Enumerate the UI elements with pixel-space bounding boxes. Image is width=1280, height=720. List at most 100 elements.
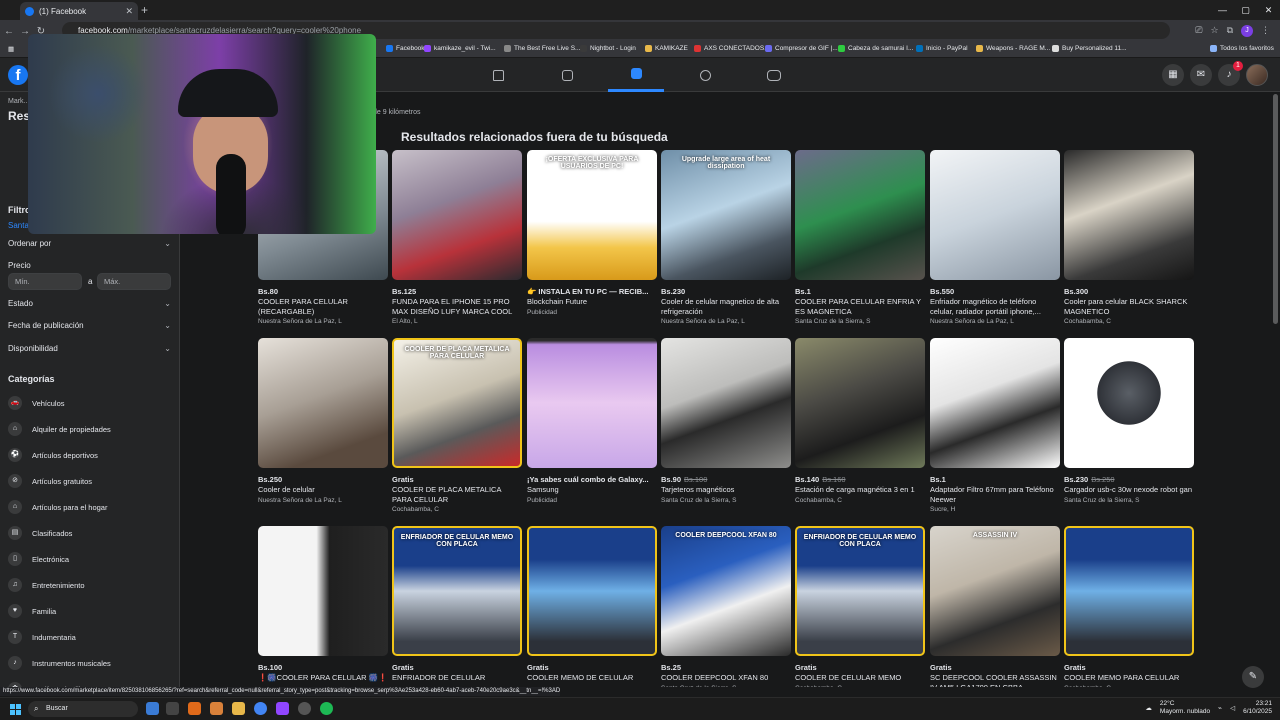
bookmark-item[interactable]: KAMIKAZE <box>645 45 688 52</box>
account-avatar[interactable] <box>1246 64 1268 86</box>
listing-image[interactable] <box>661 338 791 468</box>
bookmark-star-icon[interactable]: ☆ <box>1210 22 1218 39</box>
listing-card[interactable]: Bs.300 Cooler para celular BLACK SHARCK M… <box>1064 150 1194 326</box>
listing-image[interactable] <box>392 150 522 280</box>
listing-image[interactable] <box>258 338 388 468</box>
video-nav-icon[interactable] <box>539 58 595 92</box>
back-icon[interactable]: ← <box>2 26 16 37</box>
listing-image[interactable] <box>930 150 1060 280</box>
messenger-icon[interactable]: ✉ <box>1190 64 1212 86</box>
listing-card[interactable]: ENFRIADOR DE CELULAR MEMO CON PLACA Grati… <box>392 526 522 687</box>
bookmark-item[interactable]: Weapons - RAGE M... <box>976 45 1050 52</box>
bookmark-item[interactable]: kamikaze_evil - Twi... <box>424 45 496 52</box>
category-item[interactable]: ▤ Clasificados <box>8 526 72 540</box>
listing-card[interactable]: Bs.100 ❗🎆COOLER PARA CELULAR 🎆❗ <box>258 526 388 687</box>
listing-image[interactable] <box>527 338 657 468</box>
category-item[interactable]: ⌂ Alquiler de propiedades <box>8 422 111 436</box>
app-a-icon[interactable] <box>210 702 223 715</box>
sort-by-dropdown[interactable]: Ordenar por ⌄ <box>8 239 171 248</box>
bookmark-item[interactable]: Cabeza de samurai I... <box>838 45 913 52</box>
apps-grid-icon[interactable]: ▦ <box>8 45 14 53</box>
availability-dropdown[interactable]: Disponibilidad ⌄ <box>8 344 171 353</box>
listing-card[interactable]: Bs.90 Bs.100 Tarjeteros magnéticos Santa Cr… <box>661 338 791 514</box>
office-icon[interactable] <box>188 702 201 715</box>
category-item[interactable]: ⌂ Artículos para el hogar <box>8 500 107 514</box>
close-tab-icon[interactable]: ✕ <box>125 6 133 17</box>
bookmark-item[interactable]: Facebook <box>386 45 425 52</box>
category-item[interactable]: ⊘ Artículos gratuitos <box>8 474 92 488</box>
listing-image[interactable] <box>1064 526 1194 656</box>
listing-card[interactable]: Upgrade large area of heat dissipation Bs… <box>661 150 791 326</box>
compose-edit-icon[interactable]: ✎ <box>1242 666 1264 688</box>
bookmark-item[interactable]: Inicio - PayPal <box>916 45 968 52</box>
listing-card[interactable]: Bs.140 Bs.160 Estación de carga magnética … <box>795 338 925 514</box>
pub-date-dropdown[interactable]: Fecha de publicación ⌄ <box>8 321 171 330</box>
max-price-input[interactable]: Máx. <box>97 273 171 290</box>
listing-image[interactable]: ASSASSIN IV <box>930 526 1060 656</box>
state-dropdown[interactable]: Estado ⌄ <box>8 299 171 308</box>
listing-card[interactable]: GratisCOOLER MEMO PARA CELULAR Cochabamba… <box>1064 526 1194 687</box>
listing-image[interactable] <box>1064 150 1194 280</box>
listing-card[interactable]: ENFRIADOR DE CELULAR MEMO CON PLACA Grati… <box>795 526 925 687</box>
taskbar-search[interactable]: ⌕ Buscar <box>28 701 138 717</box>
listing-card[interactable]: Bs.125 FUNDA PARA EL IPHONE 15 PRO MAX DI… <box>392 150 522 326</box>
listing-card[interactable]: Bs.230 Bs.250 Cargador usb-c 30w nexode ro… <box>1064 338 1194 514</box>
bookmark-item[interactable]: Nightbot - Login <box>580 45 636 52</box>
page-scrollbar[interactable] <box>1273 94 1278 324</box>
category-item[interactable]: T Indumentaria <box>8 630 76 644</box>
spotify-icon[interactable] <box>320 702 333 715</box>
gaming-nav-icon[interactable] <box>746 58 802 92</box>
minimize-icon[interactable]: — <box>1211 0 1234 20</box>
listing-card[interactable]: COOLER DE PLACA METALICA PARA CELULAR Gra… <box>392 338 522 514</box>
install-icon[interactable]: ⎚ <box>1195 22 1202 39</box>
twitch-icon[interactable] <box>276 702 289 715</box>
category-item[interactable]: ♪ Instrumentos musicales <box>8 656 111 670</box>
marketplace-nav-icon[interactable] <box>608 58 664 92</box>
bookmark-item[interactable]: Buy Personalized 11... <box>1052 45 1127 52</box>
bookmark-item[interactable]: AXS CONECTADOS... <box>694 45 770 52</box>
listing-image[interactable] <box>795 338 925 468</box>
groups-nav-icon[interactable] <box>677 58 733 92</box>
bookmark-item[interactable]: Compresor de GIF |... <box>765 45 838 52</box>
listing-image[interactable] <box>258 526 388 656</box>
category-item[interactable]: ▯ Electrónica <box>8 552 69 566</box>
listing-card[interactable]: COOLER DEEPCOOL XFAN 80 Bs.25 COOLER DEEPC… <box>661 526 791 687</box>
extensions-icon[interactable]: ⧉ <box>1227 22 1233 39</box>
listing-image[interactable] <box>527 526 657 656</box>
listing-image[interactable]: ENFRIADOR DE CELULAR MEMO CON PLACA <box>795 526 925 656</box>
edge-icon[interactable] <box>146 702 159 715</box>
category-item[interactable]: ⚽ Artículos deportivos <box>8 448 98 462</box>
obs-icon[interactable] <box>298 702 311 715</box>
listing-image[interactable] <box>1064 338 1194 468</box>
volume-icon[interactable]: ◁ <box>1230 704 1235 712</box>
menu-grid-icon[interactable]: ▦ <box>1162 64 1184 86</box>
listing-card[interactable]: Bs.250 Cooler de celular Nuestra Señora de… <box>258 338 388 514</box>
profile-avatar[interactable]: J <box>1241 25 1253 37</box>
listing-card[interactable]: Bs.1 COOLER PARA CELULAR ENFRIA Y ES MAGN… <box>795 150 925 326</box>
listing-card[interactable]: ¡Ya sabes cuál combo de Galaxy... Samsung… <box>527 338 657 514</box>
category-item[interactable]: ♥ Familia <box>8 604 56 618</box>
new-tab-button[interactable]: + <box>141 3 148 17</box>
listing-image[interactable] <box>930 338 1060 468</box>
tab-facebook[interactable]: (1) Facebook ✕ <box>20 2 138 20</box>
weather-icon[interactable]: ☁ <box>1145 704 1152 712</box>
listing-image[interactable] <box>795 150 925 280</box>
maximize-icon[interactable]: ▢ <box>1234 0 1257 20</box>
menu-dots-icon[interactable]: ⋮ <box>1261 22 1270 39</box>
listing-image[interactable]: COOLER DEEPCOOL XFAN 80 <box>661 526 791 656</box>
notifications-bell-icon[interactable]: ♪ 1 <box>1218 61 1243 86</box>
min-price-input[interactable]: Mín. <box>8 273 82 290</box>
listing-card[interactable]: Bs.1 Adaptador Filtro 67mm para Teléfono … <box>930 338 1060 514</box>
windows-start-icon[interactable] <box>10 704 21 715</box>
home-nav-icon[interactable] <box>470 58 526 92</box>
file-explorer-icon[interactable] <box>232 702 245 715</box>
network-icon[interactable]: ⌁ <box>1218 704 1222 712</box>
listing-card[interactable]: ¡OFERTA EXCLUSIVA PARA USUARIOS DE PC! 👉 … <box>527 150 657 326</box>
listing-image[interactable]: COOLER DE PLACA METALICA PARA CELULAR <box>392 338 522 468</box>
listing-image[interactable]: ENFRIADOR DE CELULAR MEMO CON PLACA <box>392 526 522 656</box>
task-view-icon[interactable] <box>166 702 179 715</box>
listing-image[interactable]: Upgrade large area of heat dissipation <box>661 150 791 280</box>
facebook-logo[interactable]: f <box>8 65 28 85</box>
bookmark-item[interactable]: The Best Free Live S... <box>504 45 580 52</box>
listing-card[interactable]: ASSASSIN IV Gratis SC DEEPCOOL COOLER ASSA… <box>930 526 1060 687</box>
